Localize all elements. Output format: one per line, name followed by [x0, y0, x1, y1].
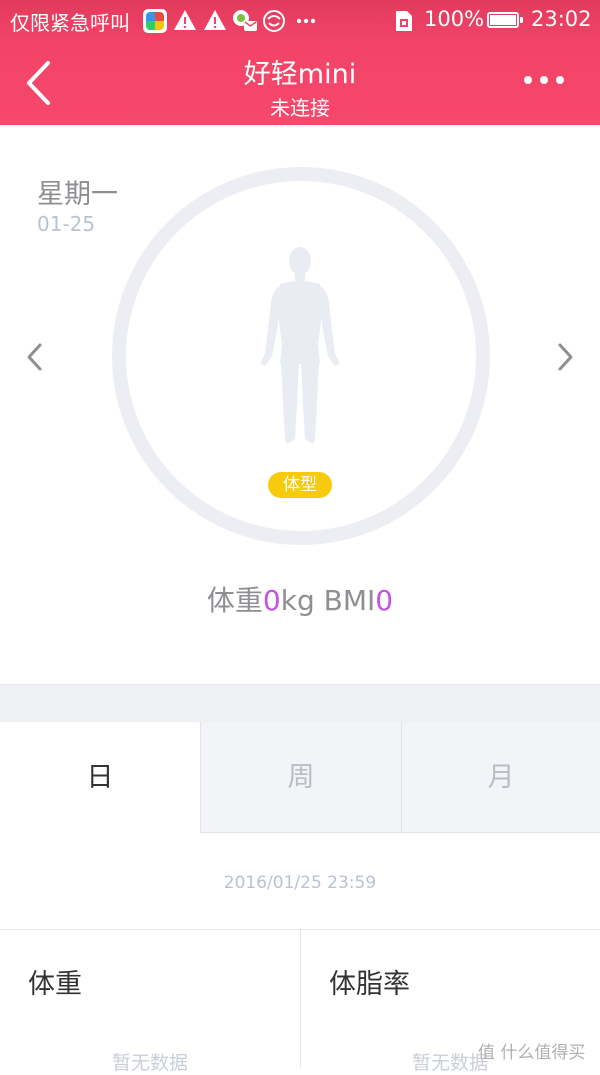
message-icon: [233, 10, 257, 31]
dot: [540, 76, 548, 84]
status-time: 23:02: [531, 7, 592, 31]
warning-icon: [174, 10, 196, 30]
carrier-text: 仅限紧急呼叫: [10, 11, 130, 35]
bmi-value: 0: [375, 584, 394, 617]
tab-week[interactable]: 周: [200, 722, 401, 833]
warning-icon: [204, 10, 226, 30]
battery-percent: 100%: [424, 7, 485, 31]
header-bar: 仅限紧急呼叫 100% 23:02 好轻mini 未连接: [0, 0, 600, 125]
period-tabs: 日 周 月: [0, 722, 600, 834]
weight-label: 体重: [206, 584, 263, 617]
bmi-label: BMI: [323, 584, 376, 617]
connection-status: 未连接: [270, 96, 330, 120]
weight-unit: kg: [280, 584, 315, 617]
weight-bmi-summary: 体重0kg BMI0: [0, 579, 600, 619]
body-fat-stat-title: 体脂率: [329, 969, 410, 1000]
more-options-button[interactable]: [520, 68, 568, 92]
weight-stat-value: 暂无数据: [111, 1052, 188, 1074]
section-divider: [0, 684, 600, 723]
body-type-badge[interactable]: 体型: [268, 472, 332, 498]
previous-day-button[interactable]: [22, 340, 48, 374]
divider: [300, 930, 301, 1067]
status-bar: 仅限紧急呼叫 100% 23:02: [0, 0, 600, 44]
dot: [556, 76, 564, 84]
tab-day[interactable]: 日: [0, 722, 200, 833]
tab-month[interactable]: 月: [401, 722, 600, 833]
day-date: 01-25: [37, 212, 96, 236]
next-day-button[interactable]: [552, 340, 578, 374]
body-silhouette-icon: [260, 247, 340, 444]
dot: [524, 76, 532, 84]
app-icon: [143, 9, 167, 33]
page-title: 好轻mini: [243, 59, 357, 90]
sim-icon: [396, 11, 412, 31]
weight-value: 0: [262, 584, 281, 617]
battery-icon: [487, 12, 523, 28]
more-icon: [296, 18, 316, 24]
watermark: 值 什么值得买: [478, 1043, 586, 1063]
measurement-time: 2016/01/25 23:59: [223, 873, 377, 893]
weight-stat-title: 体重: [28, 969, 82, 1000]
smiley-icon: [263, 10, 285, 32]
day-name: 星期一: [37, 179, 118, 210]
